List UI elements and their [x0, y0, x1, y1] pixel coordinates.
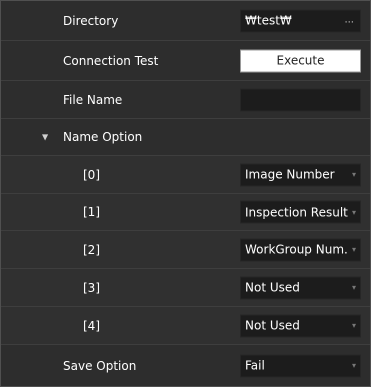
directory-field[interactable]: ₩test₩ ...: [240, 9, 361, 32]
name-option-value: Inspection Result: [245, 205, 348, 219]
file-name-input[interactable]: [240, 88, 361, 111]
name-option-item-0: [0] Image Number ▾: [1, 156, 370, 194]
name-option-select[interactable]: Image Number ▾: [240, 163, 361, 186]
save-option-label: Save Option: [63, 358, 137, 373]
name-option-value: Not Used: [245, 318, 300, 333]
name-option-item-4: [4] Not Used ▾: [1, 307, 370, 345]
save-option-select[interactable]: Fail ▾: [240, 354, 361, 377]
save-option-value: Fail: [245, 358, 265, 373]
name-option-index: [2]: [83, 242, 100, 257]
chevron-down-icon[interactable]: ▾: [352, 170, 356, 179]
chevron-down-icon[interactable]: ▾: [352, 361, 356, 370]
name-option-index: [0]: [83, 167, 100, 182]
connection-test-row: Connection Test Execute: [1, 41, 370, 81]
name-option-select[interactable]: Not Used ▾: [240, 314, 361, 337]
name-option-index: [1]: [83, 205, 100, 219]
name-option-label: Name Option: [63, 130, 143, 144]
name-option-select[interactable]: Inspection Result ▾: [240, 200, 361, 224]
name-option-value: Not Used: [245, 280, 300, 295]
chevron-down-icon[interactable]: ▾: [352, 245, 356, 254]
directory-row: Directory ₩test₩ ...: [1, 1, 370, 41]
save-option-row: Save Option Fail ▾: [1, 345, 370, 386]
name-option-value: WorkGroup Num...: [245, 242, 349, 257]
name-option-select[interactable]: WorkGroup Num... ▾: [240, 238, 361, 261]
collapse-triangle-icon[interactable]: ▼: [42, 133, 48, 142]
chevron-down-icon[interactable]: ▾: [352, 208, 356, 217]
name-option-value: Image Number: [245, 167, 335, 182]
chevron-down-icon[interactable]: ▾: [352, 283, 356, 292]
name-option-item-3: [3] Not Used ▾: [1, 269, 370, 307]
directory-label: Directory: [63, 13, 119, 28]
file-name-row: File Name: [1, 81, 370, 119]
chevron-down-icon[interactable]: ▾: [352, 321, 356, 330]
directory-value: ₩test₩: [245, 13, 292, 28]
name-option-row[interactable]: ▼ Name Option: [1, 119, 370, 156]
property-grid: Directory ₩test₩ ... Connection Test Exe…: [0, 0, 371, 387]
name-option-item-2: [2] WorkGroup Num... ▾: [1, 231, 370, 269]
name-option-select[interactable]: Not Used ▾: [240, 276, 361, 299]
name-option-item-1: [1] Inspection Result ▾: [1, 194, 370, 231]
connection-test-label: Connection Test: [63, 53, 159, 68]
browse-button[interactable]: ...: [344, 14, 354, 25]
name-option-index: [3]: [83, 280, 100, 295]
name-option-index: [4]: [83, 318, 100, 333]
execute-button[interactable]: Execute: [240, 49, 361, 72]
file-name-label: File Name: [63, 92, 123, 107]
